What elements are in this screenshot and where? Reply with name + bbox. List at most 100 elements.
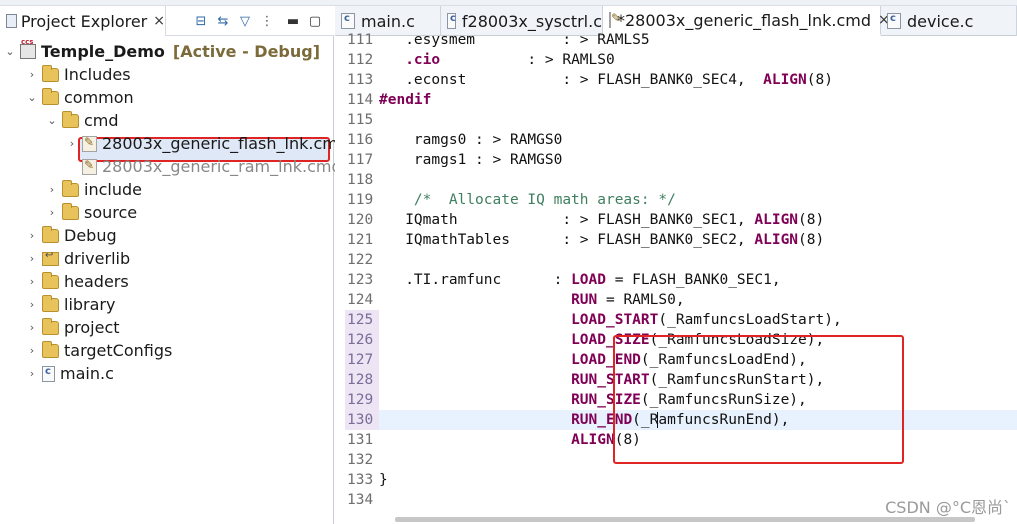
code-text: IQmath : > FLASH_BANK0_SEC1, — [379, 212, 755, 228]
line-number-changed: 128 — [345, 370, 379, 390]
chevron-right-icon[interactable]: › — [26, 344, 38, 357]
code-line: LOAD_START(_RamfuncsLoadStart), — [379, 310, 1017, 330]
project-explorer-tabbar: Project Explorer × ⊟ ⇆ ▽ ⋮ ▬ ▢ — [0, 6, 334, 36]
code-line: IQmathTables : > FLASH_BANK0_SEC2, ALIGN… — [379, 230, 1017, 250]
chevron-right-icon[interactable]: › — [26, 367, 38, 380]
tree-item-ram-lnk-cmd[interactable]: 28003x_generic_ram_lnk.cmd — [78, 155, 342, 178]
close-icon[interactable]: × — [153, 13, 165, 29]
chevron-right-icon[interactable]: › — [66, 137, 78, 150]
filter-icon[interactable]: ▽ — [236, 12, 254, 30]
tree-item-common[interactable]: ⌄ common — [26, 86, 134, 109]
tree-item-targetconfigs[interactable]: › targetConfigs — [26, 339, 172, 362]
tree-item-includes[interactable]: › Includes — [26, 63, 131, 86]
line-number: 117 — [347, 152, 374, 168]
tree-item-cmd[interactable]: ⌄ cmd — [46, 109, 119, 132]
chevron-right-icon[interactable]: › — [26, 252, 38, 265]
code-text: = FLASH_BANK0_SEC1, — [605, 272, 781, 288]
code-keyword: ALIGN — [754, 212, 799, 228]
chevron-right-icon[interactable]: › — [46, 183, 58, 196]
tree-item-library[interactable]: › library — [26, 293, 115, 316]
code-text: .TI.ramfunc : — [379, 272, 572, 288]
tab-label: main.c — [361, 11, 415, 31]
folder-icon — [42, 317, 59, 335]
project-explorer-icon — [6, 14, 17, 28]
tree-item-main-c[interactable]: › main.c — [26, 362, 114, 385]
tree-item-label: source — [84, 203, 138, 222]
maximize-icon[interactable]: ▢ — [306, 12, 324, 30]
c-file-icon — [42, 365, 55, 382]
link-with-editor-icon[interactable]: ⇆ — [214, 12, 232, 30]
tree-item-label: main.c — [60, 364, 114, 383]
code-keyword: ALIGN — [763, 72, 807, 88]
chevron-down-icon[interactable]: ⌄ — [46, 114, 58, 127]
code-line: IQmath : > FLASH_BANK0_SEC1, ALIGN(8) — [379, 210, 1017, 230]
line-number: 122 — [347, 252, 374, 268]
line-number: 113 — [347, 72, 374, 88]
tree-item-label: headers — [64, 272, 129, 291]
line-number: 121 — [347, 232, 374, 248]
watermark: CSDN @°C恩尚` — [885, 498, 1011, 517]
code-line: .cio : > RAMLS0 — [379, 50, 1017, 70]
tree-item-driverlib[interactable]: › driverlib — [26, 247, 130, 270]
chevron-down-icon[interactable]: ⌄ — [4, 45, 16, 58]
tree-item-project-folder[interactable]: › project — [26, 316, 120, 339]
code-line: } — [379, 470, 1017, 490]
folder-open-icon — [42, 87, 59, 105]
text-caret — [657, 412, 658, 428]
line-number: 119 — [347, 192, 374, 208]
line-number: 116 — [347, 132, 374, 148]
line-number: 115 — [347, 112, 374, 128]
chevron-right-icon[interactable]: › — [26, 275, 38, 288]
chevron-right-icon[interactable]: › — [26, 229, 38, 242]
line-number: 120 — [347, 212, 374, 228]
code-text: (_RamfuncsLoadStart), — [658, 312, 842, 328]
tree-item-project[interactable]: ⌄ Temple_Demo [Active - Debug] — [4, 38, 321, 63]
cmd-file-icon — [82, 135, 97, 152]
c-file-icon — [341, 13, 355, 29]
tree-item-headers[interactable]: › headers — [26, 270, 129, 293]
code-line: .TI.ramfunc : LOAD = FLASH_BANK0_SEC1, — [379, 270, 1017, 290]
chevron-right-icon[interactable]: › — [26, 321, 38, 334]
chevron-right-icon[interactable]: › — [46, 206, 58, 219]
line-number: 114 — [347, 92, 374, 108]
line-number: 133 — [347, 472, 374, 488]
line-number: 111 — [347, 32, 374, 48]
project-explorer-tab[interactable]: Project Explorer × — [0, 6, 166, 36]
code-keyword: RUN — [571, 292, 598, 308]
code-area[interactable]: .esysmem : > RAMLS5 .cio : > RAMLS0 .eco… — [379, 32, 1017, 524]
line-number: 118 — [347, 172, 374, 188]
code-keyword: ALIGN — [571, 432, 615, 448]
tree-item-label: common — [64, 88, 134, 107]
chevron-down-icon[interactable]: ⌄ — [26, 91, 38, 104]
tab-label: *28003x_generic_flash_lnk.cmd — [617, 10, 872, 30]
code-text: : > RAMLS0 — [440, 52, 615, 68]
code-text: .esysmem : > RAMLS5 — [379, 32, 650, 48]
tree-item-debug[interactable]: › Debug — [26, 224, 117, 247]
tree-item-label: driverlib — [64, 249, 131, 268]
tree-item-label: project — [64, 318, 120, 337]
project-name: Temple_Demo — [41, 42, 165, 61]
line-number-changed: 125 — [345, 310, 379, 330]
c-file-icon — [447, 13, 456, 29]
tree-item-flash-lnk-cmd[interactable]: › 28003x_generic_flash_lnk.cmd — [66, 132, 348, 155]
code-line: ramgs0 : > RAMGS0 — [379, 130, 1017, 150]
chevron-right-icon[interactable]: › — [26, 68, 38, 81]
view-menu-icon[interactable]: ⋮ — [258, 12, 276, 30]
line-number: 132 — [347, 452, 374, 468]
project-status: [Active - Debug] — [172, 42, 321, 61]
chevron-right-icon[interactable]: › — [26, 298, 38, 311]
code-keyword: #endif — [379, 92, 432, 108]
code-line: ramgs1 : > RAMGS0 — [379, 150, 1017, 170]
code-line: .econst : > FLASH_BANK0_SEC4, ALIGN(8) — [379, 70, 1017, 90]
c-file-icon — [887, 13, 901, 29]
tree-item-label: include — [84, 180, 142, 199]
line-number-changed: 126 — [345, 330, 379, 350]
tree-item-include[interactable]: › include — [46, 178, 142, 201]
collapse-all-icon[interactable]: ⊟ — [192, 12, 210, 30]
tab-label: f28003x_sysctrl.c — [461, 11, 602, 31]
code-editor: main.c f28003x_sysctrl.c *28003x_generic… — [335, 6, 1017, 524]
code-text: (8) — [798, 212, 825, 228]
minimize-icon[interactable]: ▬ — [284, 12, 302, 30]
tree-item-label: Includes — [64, 65, 131, 84]
tree-item-source[interactable]: › source — [46, 201, 137, 224]
